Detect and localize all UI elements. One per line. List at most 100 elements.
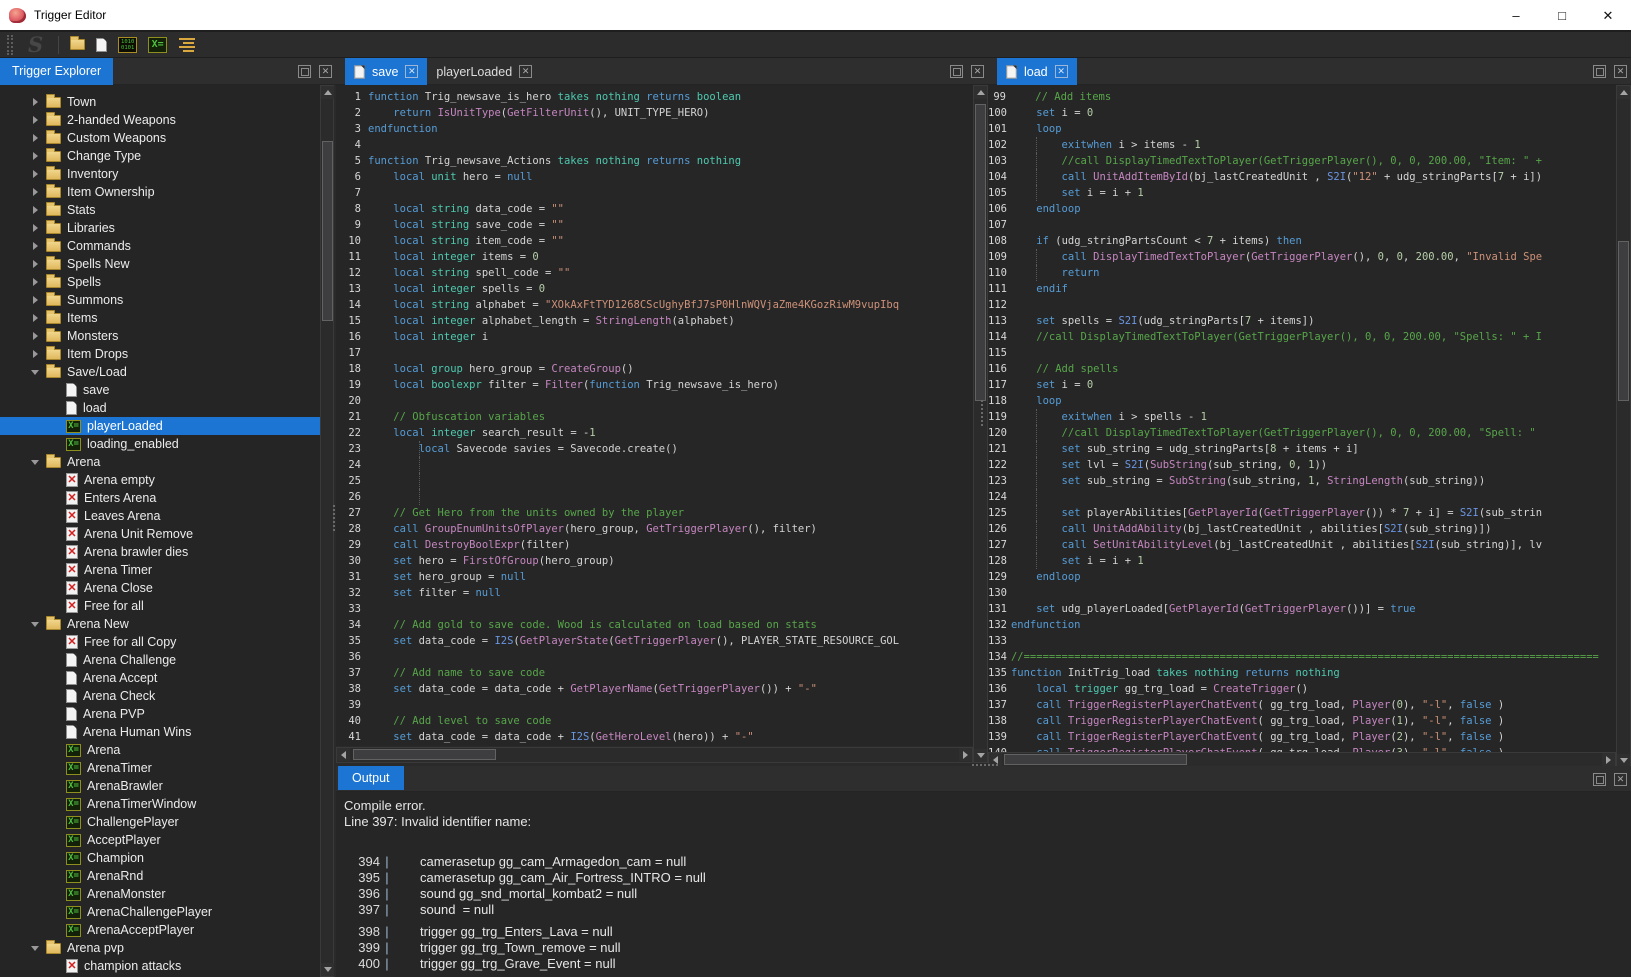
save-editor-horizontal-scrollbar[interactable] — [336, 747, 973, 763]
tree-item[interactable]: Items — [0, 309, 320, 327]
load-editor-vertical-scrollbar[interactable] — [1616, 85, 1631, 768]
expand-arrow-icon[interactable] — [28, 296, 42, 304]
scrollbar-thumb[interactable] — [1004, 754, 1187, 765]
close-icon[interactable]: ✕ — [971, 65, 984, 78]
expand-arrow-icon[interactable] — [28, 278, 42, 286]
scrollbar-thumb[interactable] — [1618, 241, 1629, 401]
expand-arrow-icon[interactable] — [28, 260, 42, 268]
tree-item[interactable]: X=loading_enabled — [0, 435, 320, 453]
tree-item[interactable]: ✕Leaves Arena — [0, 507, 320, 525]
expand-arrow-icon[interactable] — [28, 188, 42, 196]
tree-item[interactable]: ✕Enters Arena — [0, 489, 320, 507]
expand-arrow-icon[interactable] — [28, 206, 42, 214]
tree-item[interactable]: load — [0, 399, 320, 417]
tree-item[interactable]: ✕Free for all Copy — [0, 633, 320, 651]
list-icon[interactable] — [178, 38, 196, 52]
scroll-down-button[interactable] — [321, 963, 334, 976]
tree-item[interactable]: Libraries — [0, 219, 320, 237]
collapse-arrow-icon[interactable] — [28, 370, 42, 375]
tree-item[interactable]: X=ArenaMonster — [0, 885, 320, 903]
scroll-right-button[interactable] — [959, 748, 972, 761]
scrollbar-thumb[interactable] — [353, 749, 496, 760]
toolbar-grip[interactable] — [7, 35, 13, 55]
float-icon[interactable] — [950, 65, 963, 78]
expand-arrow-icon[interactable] — [28, 170, 42, 178]
tree-item[interactable]: X=ArenaTimerWindow — [0, 795, 320, 813]
scroll-right-button[interactable] — [1602, 753, 1615, 766]
tab-close-icon[interactable]: ✕ — [405, 65, 418, 78]
tree-item[interactable]: ✕Free for all — [0, 597, 320, 615]
splitter-handle[interactable] — [981, 400, 983, 426]
float-icon[interactable] — [1593, 65, 1606, 78]
tab-playerloaded[interactable]: playerLoaded✕ — [427, 58, 541, 85]
collapse-arrow-icon[interactable] — [28, 622, 42, 627]
scroll-up-button[interactable] — [974, 86, 987, 99]
tree-item[interactable]: Arena PVP — [0, 705, 320, 723]
tree-item[interactable]: X=ArenaTimer — [0, 759, 320, 777]
tree-item[interactable]: Monsters — [0, 327, 320, 345]
close-icon[interactable]: ✕ — [1614, 773, 1627, 786]
tree-item[interactable]: Arena Accept — [0, 669, 320, 687]
close-button[interactable]: ✕ — [1585, 0, 1631, 30]
tree-item[interactable]: X=Arena — [0, 741, 320, 759]
close-icon[interactable]: ✕ — [1614, 65, 1627, 78]
expand-arrow-icon[interactable] — [28, 152, 42, 160]
tab-close-icon[interactable]: ✕ — [1055, 65, 1068, 78]
tab-output[interactable]: Output — [338, 766, 404, 790]
explorer-title[interactable]: Trigger Explorer — [0, 58, 113, 85]
expand-arrow-icon[interactable] — [28, 332, 42, 340]
close-icon[interactable]: ✕ — [319, 65, 332, 78]
scrollbar-thumb[interactable] — [322, 141, 333, 321]
tree-item[interactable]: ✕Arena Timer — [0, 561, 320, 579]
expand-arrow-icon[interactable] — [28, 350, 42, 358]
tree-item[interactable]: Custom Weapons — [0, 129, 320, 147]
tree-item[interactable]: X=Champion — [0, 849, 320, 867]
tree-item[interactable]: X=AcceptPlayer — [0, 831, 320, 849]
scroll-up-button[interactable] — [321, 86, 334, 99]
scroll-down-button[interactable] — [974, 749, 987, 762]
tree-item[interactable]: ✕champion attacks — [0, 957, 320, 975]
tree-item[interactable]: Save/Load — [0, 363, 320, 381]
expand-arrow-icon[interactable] — [28, 134, 42, 142]
save-code-editor[interactable]: 1function Trig_newsave_is_hero takes not… — [336, 85, 973, 746]
binary-icon[interactable]: 10100101 — [118, 37, 137, 53]
expand-arrow-icon[interactable] — [28, 224, 42, 232]
tree-item[interactable]: Spells — [0, 273, 320, 291]
tree-item[interactable]: Arena Challenge — [0, 651, 320, 669]
tree-item[interactable]: Spells New — [0, 255, 320, 273]
tree-item[interactable]: Arena New — [0, 615, 320, 633]
tree-scrollbar[interactable] — [320, 85, 334, 977]
tree-item[interactable]: Item Drops — [0, 345, 320, 363]
tree-item[interactable]: save — [0, 381, 320, 399]
tab-load[interactable]: load✕ — [997, 58, 1077, 85]
tree-item[interactable]: ✕Arena empty — [0, 471, 320, 489]
tree-item[interactable]: Town — [0, 93, 320, 111]
tree-item[interactable]: ✕Arena brawler dies — [0, 543, 320, 561]
scroll-up-button[interactable] — [1617, 86, 1630, 99]
tab-save[interactable]: save✕ — [345, 58, 427, 85]
tree-item[interactable]: Arena Check — [0, 687, 320, 705]
tree-item[interactable]: X=ArenaRnd — [0, 867, 320, 885]
tree-item[interactable]: Item Ownership — [0, 183, 320, 201]
float-icon[interactable] — [298, 65, 311, 78]
tree-item[interactable]: X=playerLoaded — [0, 417, 320, 435]
new-document-icon[interactable] — [96, 38, 107, 52]
tree-item[interactable]: Commands — [0, 237, 320, 255]
load-code-editor[interactable]: 99 // Add items100 set i = 0101 loop102 … — [988, 85, 1616, 752]
scroll-left-button[interactable] — [337, 748, 350, 761]
trigger-tree[interactable]: Town2-handed WeaponsCustom WeaponsChange… — [0, 85, 320, 977]
maximize-button[interactable]: □ — [1539, 0, 1585, 30]
tree-item[interactable]: Arena — [0, 453, 320, 471]
tree-item[interactable]: 2-handed Weapons — [0, 111, 320, 129]
expand-arrow-icon[interactable] — [28, 242, 42, 250]
tree-item[interactable]: Arena pvp — [0, 939, 320, 957]
tree-item[interactable]: Inventory — [0, 165, 320, 183]
tab-close-icon[interactable]: ✕ — [519, 65, 532, 78]
minimize-button[interactable]: – — [1493, 0, 1539, 30]
folder-icon[interactable] — [70, 39, 85, 50]
tree-item[interactable]: X=ArenaChallengePlayer — [0, 903, 320, 921]
tree-item[interactable]: ✕Arena Unit Remove — [0, 525, 320, 543]
tree-item[interactable]: Arena Human Wins — [0, 723, 320, 741]
expand-arrow-icon[interactable] — [28, 116, 42, 124]
collapse-arrow-icon[interactable] — [28, 460, 42, 465]
